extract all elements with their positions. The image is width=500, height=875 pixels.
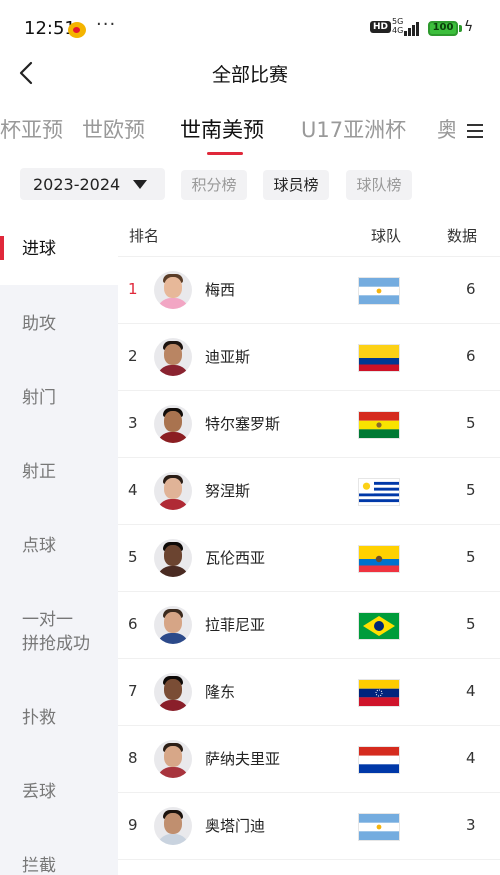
- more-notifications-icon: ···: [96, 14, 117, 35]
- uruguay-flag-icon: [359, 479, 399, 505]
- row-rank: 9: [128, 816, 138, 834]
- ecuador-flag-icon: [359, 546, 399, 572]
- sidebar-item-label-line2: 拼抢成功: [22, 634, 90, 654]
- player-name: 奥塔门迪: [205, 817, 266, 835]
- tab-asia-qualifiers[interactable]: 亚洲杯亚预: [0, 114, 63, 144]
- stat-value: 5: [466, 615, 476, 633]
- player-name: 隆东: [205, 683, 236, 701]
- sidebar-item-shots[interactable]: 射门: [0, 386, 118, 410]
- sidebar-item-shots-on-target[interactable]: 射正: [0, 460, 118, 484]
- table-header: 排名 球队 数据: [118, 215, 500, 259]
- stat-value: 4: [466, 749, 476, 767]
- column-rank: 排名: [129, 227, 160, 245]
- sidebar-item-label-line1: 一对一: [22, 610, 73, 630]
- tab-olympics[interactable]: 奥: [437, 114, 455, 144]
- sidebar-item-goals[interactable]: 进球: [0, 215, 118, 285]
- player-name: 萨纳夫里亚: [205, 750, 281, 768]
- table-row[interactable]: 8 萨纳夫里亚 4: [118, 725, 500, 792]
- table-row[interactable]: 1 梅西 6: [118, 256, 500, 323]
- argentina-flag-icon: [359, 278, 399, 304]
- tab-europe-qualifiers[interactable]: 世欧预: [82, 114, 145, 144]
- tab-south-america-qualifiers[interactable]: 世南美预: [180, 114, 264, 144]
- season-select[interactable]: 2023-2024: [20, 168, 165, 200]
- row-rank: 1: [128, 280, 138, 298]
- column-data: 数据: [447, 227, 478, 245]
- stat-value: 4: [466, 682, 476, 700]
- player-avatar: [154, 673, 192, 711]
- table-row[interactable]: 6 拉菲尼亚 5: [118, 591, 500, 658]
- stat-value: 3: [466, 816, 476, 834]
- table-row[interactable]: 7 隆东 4: [118, 658, 500, 725]
- battery-icon: 100: [428, 21, 458, 36]
- charging-icon: ϟ: [464, 19, 474, 35]
- row-rank: 7: [128, 682, 138, 700]
- player-name: 拉菲尼亚: [205, 616, 266, 634]
- stat-category-sidebar: 进球 助攻 射门 射正 点球 一对一 拼抢成功 扑救 丢球 拦截: [0, 215, 118, 875]
- player-avatar: [154, 271, 192, 309]
- page-title: 全部比赛: [211, 64, 288, 86]
- colombia-flag-icon: [359, 345, 399, 371]
- table-row[interactable]: 5 瓦伦西亚 5: [118, 524, 500, 591]
- chip-standings[interactable]: 积分榜: [181, 170, 247, 200]
- player-avatar: [154, 606, 192, 644]
- tab-u17-asian-cup[interactable]: U17亚洲杯: [301, 114, 406, 144]
- player-avatar: [154, 472, 192, 510]
- row-rank: 4: [128, 481, 138, 499]
- row-rank: 8: [128, 749, 138, 767]
- sidebar-item-assists[interactable]: 助攻: [0, 312, 118, 336]
- sidebar-active-indicator: [0, 236, 4, 260]
- table-row[interactable]: 4 努涅斯 5: [118, 457, 500, 524]
- argentina-flag-icon: [359, 814, 399, 840]
- stat-value: 5: [466, 481, 476, 499]
- player-avatar: [154, 807, 192, 845]
- bolivia-flag-icon: [359, 412, 399, 438]
- dropdown-arrow-icon: [133, 180, 147, 189]
- sidebar-item-goals-conceded[interactable]: 丢球: [0, 780, 118, 804]
- player-name: 梅西: [205, 281, 236, 299]
- stat-value: 5: [466, 414, 476, 432]
- player-avatar: [154, 740, 192, 778]
- stat-value: 6: [466, 347, 476, 365]
- stat-value: 6: [466, 280, 476, 298]
- row-rank: 6: [128, 615, 138, 633]
- hd-icon: HD: [370, 21, 392, 33]
- sidebar-item-duels[interactable]: 一对一 拼抢成功: [0, 608, 118, 656]
- sidebar-item-penalties[interactable]: 点球: [0, 534, 118, 558]
- stat-value: 5: [466, 548, 476, 566]
- player-name: 迪亚斯: [205, 348, 251, 366]
- active-tab-indicator: [207, 152, 243, 155]
- tab-menu-button[interactable]: [458, 118, 492, 144]
- row-rank: 3: [128, 414, 138, 432]
- status-bar: 12:51 ··· HD 5G 4G 100 ϟ: [0, 0, 500, 56]
- player-name: 努涅斯: [205, 482, 251, 500]
- player-avatar: [154, 539, 192, 577]
- app-header: 全部比赛: [0, 50, 500, 98]
- sidebar-item-label: 进球: [22, 239, 56, 259]
- player-avatar: [154, 338, 192, 376]
- battery-tip: [459, 25, 462, 32]
- chip-player-rankings[interactable]: 球员榜: [263, 170, 329, 200]
- network-type: 5G 4G: [392, 17, 404, 35]
- season-value: 2023-2024: [33, 175, 121, 194]
- table-row[interactable]: 2 迪亚斯 6: [118, 323, 500, 390]
- row-rank: 5: [128, 548, 138, 566]
- weibo-notification-icon: [68, 22, 86, 38]
- player-name: 瓦伦西亚: [205, 549, 266, 567]
- sidebar-item-saves[interactable]: 扑救: [0, 706, 118, 730]
- table-row[interactable]: 3 特尔塞罗斯 5: [118, 390, 500, 457]
- column-team: 球队: [371, 227, 402, 245]
- paraguay-flag-icon: [359, 747, 399, 773]
- chip-team-rankings[interactable]: 球队榜: [346, 170, 412, 200]
- player-name: 特尔塞罗斯: [205, 415, 281, 433]
- row-rank: 2: [128, 347, 138, 365]
- competition-tabs: 亚洲杯亚预 世欧预 世南美预 U17亚洲杯 奥: [0, 108, 455, 158]
- brazil-flag-icon: [359, 613, 399, 639]
- table-row[interactable]: [118, 859, 500, 875]
- player-avatar: [154, 405, 192, 443]
- venezuela-flag-icon: [359, 680, 399, 706]
- table-row[interactable]: 9 奥塔门迪 3: [118, 792, 500, 859]
- signal-icon: [404, 20, 422, 36]
- battery-level: 100: [432, 22, 454, 33]
- sidebar-item-interceptions[interactable]: 拦截: [0, 854, 118, 875]
